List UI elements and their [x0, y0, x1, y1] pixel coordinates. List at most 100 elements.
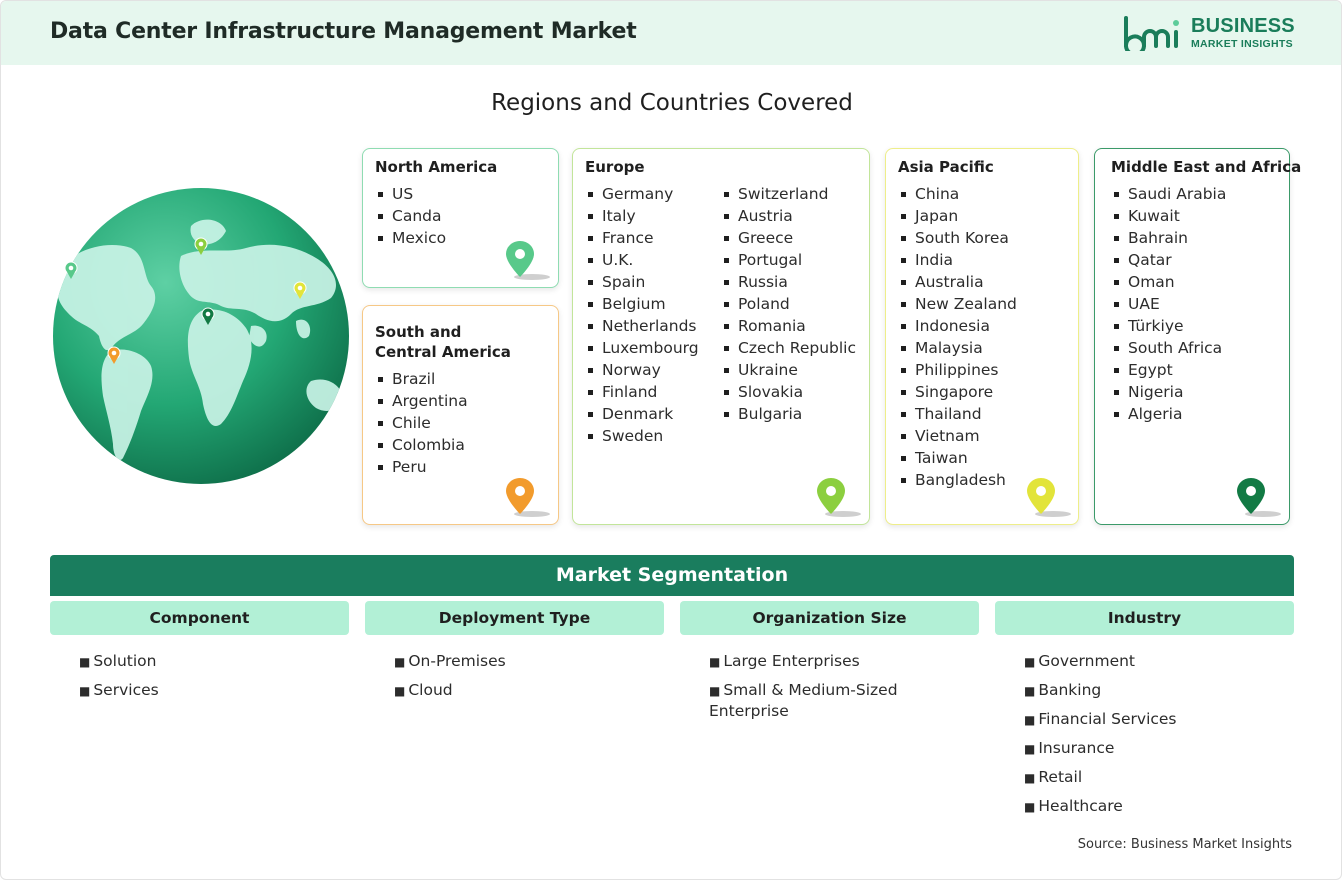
list-item: Colombia — [375, 434, 546, 456]
region-card-south-central-america: South and Central America Brazil Argenti… — [362, 305, 559, 525]
list-item: Bulgaria — [721, 403, 857, 425]
list-item: US — [375, 183, 546, 205]
list-item: Canda — [375, 205, 546, 227]
list-item: Denmark — [585, 403, 721, 425]
list-item: Italy — [585, 205, 721, 227]
location-pin-icon — [1237, 478, 1281, 517]
region-title-south-central-america: South and Central America — [375, 322, 546, 362]
list-item: South Korea — [898, 227, 1066, 249]
list-item: ■ Insurance — [1024, 739, 1115, 757]
list-item: Taiwan — [898, 447, 1066, 469]
region-title-line: South and — [375, 323, 462, 341]
logo-text-business: BUSINESS — [1191, 15, 1295, 37]
list-item: Poland — [721, 293, 857, 315]
list-item: Czech Republic — [721, 337, 857, 359]
list-item: Türkiye — [1111, 315, 1277, 337]
list-item: Russia — [721, 271, 857, 293]
list-item: ■ Retail — [1024, 768, 1083, 786]
list-item: Norway — [585, 359, 721, 381]
region-card-north-america: North America US Canda Mexico — [362, 148, 559, 288]
country-list-south-central-america: Brazil Argentina Chile Colombia Peru — [375, 368, 546, 478]
list-item: ■ Solution — [79, 652, 157, 670]
list-item: Nigeria — [1111, 381, 1277, 403]
list-item: Japan — [898, 205, 1066, 227]
list-item: Finland — [585, 381, 721, 403]
list-item: New Zealand — [898, 293, 1066, 315]
list-item: Thailand — [898, 403, 1066, 425]
segment-list-industry: ■ Government ■ Banking ■ Financial Services… — [1024, 651, 1264, 825]
list-item: UAE — [1111, 293, 1277, 315]
list-item: Peru — [375, 456, 546, 478]
list-item: Qatar — [1111, 249, 1277, 271]
list-item: Algeria — [1111, 403, 1277, 425]
source-note: Source: Business Market Insights — [1077, 837, 1292, 852]
globe-illustration — [53, 188, 349, 484]
list-item: ■ Cloud — [394, 681, 453, 699]
region-title-north-america: North America — [375, 158, 498, 176]
region-title-europe: Europe — [585, 158, 645, 176]
list-item: Chile — [375, 412, 546, 434]
list-item: Egypt — [1111, 359, 1277, 381]
region-title-asia-pacific: Asia Pacific — [898, 158, 994, 176]
list-item: Kuwait — [1111, 205, 1277, 227]
location-pin-icon — [1027, 478, 1071, 517]
list-item: France — [585, 227, 721, 249]
region-card-asia-pacific: Asia Pacific China Japan South Korea Ind… — [885, 148, 1079, 525]
country-list-middle-east-africa: Saudi Arabia Kuwait Bahrain Qatar Oman U… — [1111, 183, 1277, 425]
list-item: ■ On-Premises — [394, 652, 506, 670]
segment-header-industry: Industry — [995, 601, 1294, 635]
list-item: ■ Large Enterprises — [709, 652, 860, 670]
list-item: Bahrain — [1111, 227, 1277, 249]
europe-columns: Germany Italy France U.K. Spain Belgium … — [585, 183, 857, 447]
list-item: Brazil — [375, 368, 546, 390]
list-item: Indonesia — [898, 315, 1066, 337]
list-item: ■ Financial Services — [1024, 710, 1177, 728]
segment-list-deployment-type: ■ On-Premises ■ Cloud — [394, 651, 634, 709]
list-item: Malaysia — [898, 337, 1066, 359]
region-title-middle-east-africa: Middle East and Africa — [1111, 158, 1302, 176]
list-item: ■ Government — [1024, 652, 1136, 670]
bmi-logo-icon — [1124, 16, 1179, 51]
infographic-frame: Data Center Infrastructure Management Ma… — [0, 0, 1342, 880]
list-item: South Africa — [1111, 337, 1277, 359]
list-item: Luxembourg — [585, 337, 721, 359]
location-pin-icon — [817, 478, 861, 517]
country-list-asia-pacific: China Japan South Korea India Australia … — [898, 183, 1066, 491]
list-item: U.K. — [585, 249, 721, 271]
list-item: Spain — [585, 271, 721, 293]
list-item: Argentina — [375, 390, 546, 412]
list-item: Sweden — [585, 425, 721, 447]
list-item: Switzerland — [721, 183, 857, 205]
page-title: Data Center Infrastructure Management Ma… — [50, 19, 637, 44]
country-list-europe-col2: Switzerland Austria Greece Portugal Russ… — [721, 183, 857, 447]
segment-header-organization-size: Organization Size — [680, 601, 979, 635]
list-item: Vietnam — [898, 425, 1066, 447]
location-pin-icon — [506, 241, 550, 280]
list-item: Philippines — [898, 359, 1066, 381]
list-item: Netherlands — [585, 315, 721, 337]
country-list-north-america: US Canda Mexico — [375, 183, 546, 249]
segment-list-component: ■ Solution ■ Services — [79, 651, 319, 709]
list-item: ■ Small & Medium-Sized Enterprise — [709, 681, 898, 720]
segmentation-title: Market Segmentation — [50, 555, 1294, 596]
segment-header-component: Component — [50, 601, 349, 635]
list-item: Portugal — [721, 249, 857, 271]
segment-list-organization-size: ■ Large Enterprises ■ Small & Medium-Sized… — [709, 651, 924, 729]
list-item: India — [898, 249, 1066, 271]
header-bar: Data Center Infrastructure Management Ma… — [1, 1, 1341, 65]
region-card-europe: Europe Germany Italy France U.K. Spain B… — [572, 148, 870, 525]
region-card-middle-east-africa: Middle East and Africa Saudi Arabia Kuwa… — [1094, 148, 1302, 525]
list-item: Belgium — [585, 293, 721, 315]
list-item: Greece — [721, 227, 857, 249]
region-title-line: Central America — [375, 343, 511, 361]
list-item: Australia — [898, 271, 1066, 293]
list-item: ■ Healthcare — [1024, 797, 1123, 815]
list-item: Saudi Arabia — [1111, 183, 1277, 205]
brand-logo: BUSINESS MARKET INSIGHTS — [1122, 15, 1297, 55]
list-item: ■ Services — [79, 681, 159, 699]
list-item: Ukraine — [721, 359, 857, 381]
list-item: China — [898, 183, 1066, 205]
segment-header-deployment-type: Deployment Type — [365, 601, 664, 635]
location-pin-icon — [506, 478, 550, 517]
country-list-europe-col1: Germany Italy France U.K. Spain Belgium … — [585, 183, 721, 447]
